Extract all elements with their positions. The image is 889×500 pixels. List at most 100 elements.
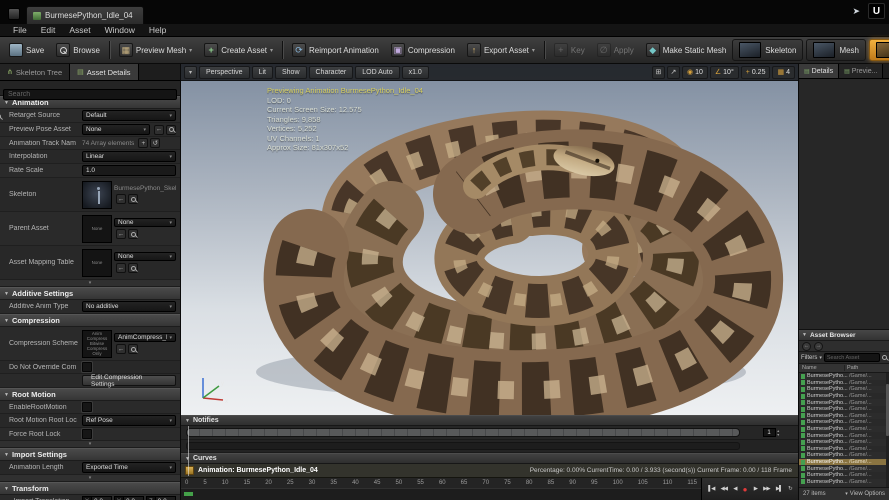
viewport-lod-auto-button[interactable]: LOD Auto — [355, 65, 400, 79]
column-path[interactable]: Path — [845, 365, 889, 371]
viewport-icon-button-0[interactable]: ⊞ — [651, 65, 665, 79]
viewport-perspective-button[interactable]: Perspective — [199, 65, 250, 79]
skip-to-end-button[interactable]: ▶▌ — [776, 486, 783, 492]
feedback-icon[interactable]: ➤ — [852, 6, 860, 17]
menu-item-help[interactable]: Help — [142, 24, 173, 36]
mode-mesh-button[interactable]: Mesh — [806, 39, 866, 61]
use-selected-asset-button[interactable]: ← — [154, 124, 164, 135]
vector-y-input[interactable]: Y0.0 — [114, 496, 144, 500]
asset-row[interactable]: BurmesePytho.../Game/... — [799, 379, 889, 387]
browse-button[interactable]: Browse — [50, 39, 106, 61]
dropdown[interactable]: Ref Pose ▾ — [82, 415, 176, 426]
asset-thumbnail[interactable] — [82, 180, 112, 209]
create-asset-button[interactable]: + Create Asset ▾ — [198, 39, 279, 61]
asset-row[interactable]: BurmesePytho.../Game/... — [799, 438, 889, 446]
add-element-button[interactable]: + — [138, 138, 149, 148]
key-button[interactable]: + Key — [548, 39, 591, 61]
asset-row[interactable]: BurmesePytho.../Game/... — [799, 471, 889, 479]
section-header-import-settings[interactable]: ▼ Import Settings — [0, 448, 180, 461]
section-collapse-strip[interactable]: ▾ — [0, 475, 180, 482]
notify-track-bar[interactable] — [186, 428, 740, 437]
section-collapse-strip[interactable]: ▾ — [0, 441, 180, 448]
enablerootmotion-checkbox[interactable] — [82, 402, 92, 412]
mode-animation-button[interactable]: Animation▾ — [869, 39, 889, 61]
force-root-lock-checkbox[interactable] — [82, 429, 92, 439]
menu-item-asset[interactable]: Asset — [62, 24, 97, 36]
vector-z-input[interactable]: Z0.0 — [146, 496, 176, 500]
asset-thumbnail[interactable]: Anim Compress Bitwise Compress Only — [82, 329, 112, 358]
asset-row[interactable]: BurmesePytho.../Game/... — [799, 478, 889, 486]
browse-to-asset-button[interactable] — [128, 263, 138, 273]
step-forward-button[interactable]: ▶▶ — [763, 486, 771, 492]
asset-row[interactable]: BurmesePytho.../Game/... — [799, 405, 889, 413]
section-header-root-motion[interactable]: ▼ Root Motion — [0, 388, 180, 401]
asset-row[interactable]: BurmesePytho.../Game/... — [799, 419, 889, 426]
make-static-mesh-button[interactable]: ◆ Make Static Mesh — [640, 39, 733, 61]
dropdown[interactable]: None ▾ — [82, 124, 150, 135]
scrub-position-indicator[interactable] — [184, 492, 193, 496]
reimport-animation-button[interactable]: ⟳ Reimport Animation — [286, 39, 385, 61]
viewport-lit-button[interactable]: Lit — [251, 65, 273, 79]
playhead-line[interactable] — [188, 426, 189, 476]
tab-asset-details[interactable]: ▤ Asset Details — [70, 64, 139, 80]
viewport-x1-0-button[interactable]: x1.0 — [401, 65, 429, 79]
tab-details[interactable]: ▤ Details — [799, 64, 840, 78]
history-back-button[interactable]: ← — [802, 341, 811, 351]
dropdown[interactable]: Default ▾ — [82, 110, 176, 121]
asset-row[interactable]: BurmesePytho.../Game/... — [799, 399, 889, 406]
menu-item-edit[interactable]: Edit — [34, 24, 63, 36]
scrub-bar[interactable] — [181, 489, 701, 500]
tab-skeleton-tree[interactable]: ⋔ Skeleton Tree — [0, 64, 71, 80]
skip-to-start-button[interactable]: ▌◀ — [708, 486, 715, 492]
tab-preview-scene[interactable]: ▤ Previe... — [839, 64, 884, 78]
secondary-track-bar[interactable] — [186, 442, 740, 450]
3d-viewport[interactable]: ▾ Perspective Lit Show Character LOD Auto x1.0… — [181, 64, 798, 415]
viewport-character-button[interactable]: Character — [308, 65, 354, 79]
use-selected-asset-button[interactable]: ← — [116, 263, 126, 273]
dropdown[interactable]: Linear ▾ — [82, 151, 176, 162]
notifies-track[interactable]: 1 ▲ ▼ — [181, 426, 798, 440]
browse-to-asset-button[interactable] — [128, 194, 138, 204]
browse-to-asset-button[interactable] — [128, 344, 138, 354]
edit-compression-settings-button[interactable]: Edit Compression Settings — [82, 374, 176, 388]
asset-row[interactable]: BurmesePytho.../Game/... — [799, 452, 889, 459]
asset-search-input[interactable] — [823, 353, 880, 362]
loop-button[interactable]: ↻ — [788, 486, 793, 492]
asset-row[interactable]: BurmesePytho.../Game/... — [799, 465, 889, 472]
asset-row[interactable]: BurmesePytho.../Game/... — [799, 425, 889, 433]
notifies-section-header[interactable]: ▼ Notifies — [181, 415, 798, 426]
filters-button[interactable]: Filters — [801, 355, 817, 361]
details-search-input[interactable] — [3, 89, 177, 100]
compression-button[interactable]: ▣ Compression — [385, 39, 461, 61]
browse-to-asset-button[interactable] — [166, 124, 176, 135]
section-header-compression[interactable]: ▼ Compression — [0, 314, 180, 327]
history-forward-button[interactable]: → — [814, 341, 823, 351]
record-button[interactable]: ● — [743, 485, 748, 494]
asset-row[interactable]: BurmesePytho.../Game/... — [799, 432, 889, 439]
asset-thumbnail[interactable]: None — [82, 214, 112, 243]
asset-row[interactable]: BurmesePytho.../Game/... — [799, 373, 889, 380]
rate-scale-input[interactable]: 1.0 — [82, 165, 176, 176]
dropdown[interactable]: AnimCompress_BitwiseCo▾ — [114, 333, 176, 342]
section-collapse-strip[interactable]: ▾ — [0, 280, 180, 287]
menu-item-file[interactable]: File — [6, 24, 34, 36]
secondary-track[interactable] — [181, 440, 798, 453]
dropdown[interactable]: No additive ▾ — [82, 301, 176, 312]
export-asset-button[interactable]: ↑ Export Asset ▾ — [461, 39, 541, 61]
play-reverse-button[interactable]: ◀ — [733, 486, 737, 492]
play-button[interactable]: ▶ — [754, 486, 758, 492]
dropdown[interactable]: None ▾ — [114, 218, 176, 227]
view-options-button[interactable]: ▾ View Options — [845, 491, 885, 497]
track-count-value[interactable]: 1 — [762, 428, 776, 437]
dropdown[interactable]: Exported Time ▾ — [82, 462, 176, 473]
translation-snap-control[interactable]: +0.25 — [740, 65, 771, 79]
asset-thumbnail[interactable]: None — [82, 248, 112, 277]
grid-size-control[interactable]: ▦ 4 — [772, 65, 795, 79]
menu-item-window[interactable]: Window — [98, 24, 142, 36]
vector-x-input[interactable]: X0.0 — [82, 496, 112, 500]
section-header-additive-settings[interactable]: ▼ Additive Settings — [0, 287, 180, 300]
use-selected-asset-button[interactable]: ← — [116, 344, 126, 354]
curves-section-header[interactable]: ▼ Curves — [181, 453, 798, 464]
preview-mesh-button[interactable]: ▦ Preview Mesh ▾ — [113, 39, 198, 61]
reset-button[interactable]: ↺ — [150, 138, 161, 148]
